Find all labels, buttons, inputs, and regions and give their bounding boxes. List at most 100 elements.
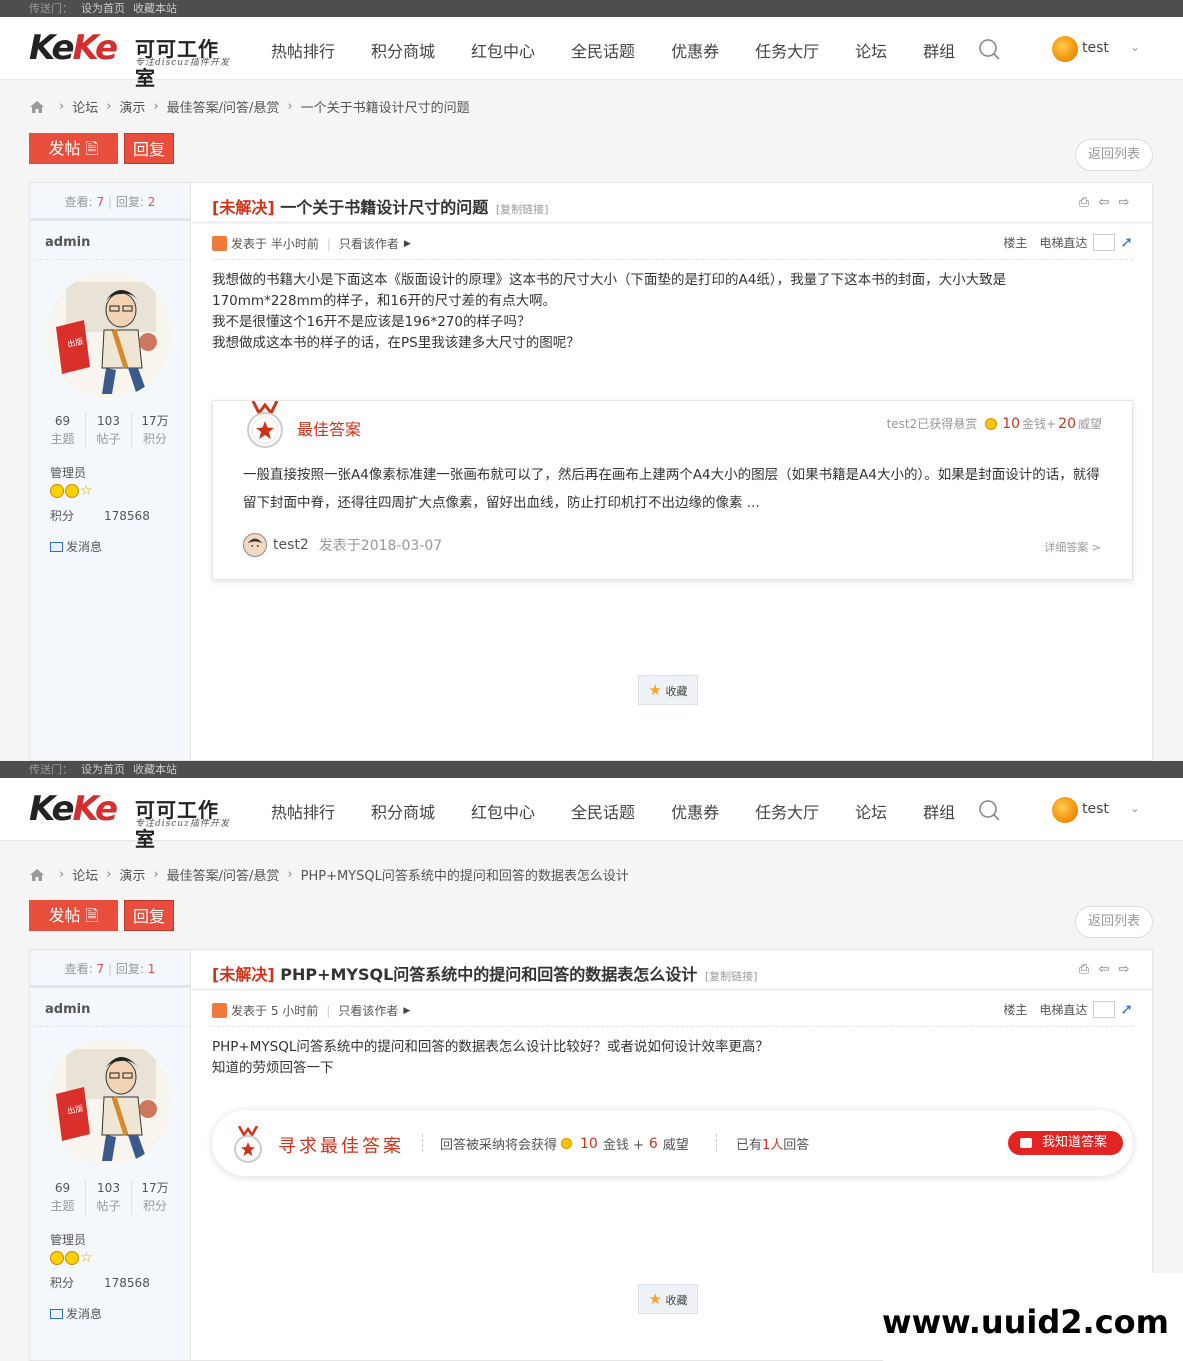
set-home-link[interactable]: 设为首页 (81, 2, 125, 15)
bookmark-link[interactable]: 收藏本站 (133, 763, 177, 776)
jump-input[interactable] (1093, 233, 1116, 251)
nav-item[interactable]: 任务大厅 (755, 38, 819, 62)
breadcrumb-item[interactable]: 演示 (119, 865, 145, 884)
chevron-down-icon[interactable]: ⌄ (1130, 801, 1140, 815)
floor-tools: 楼主 电梯直达 ➚ (1003, 1000, 1133, 1018)
mail-icon (50, 1308, 63, 1319)
prev-thread-icon[interactable]: ⇦ (1096, 196, 1112, 210)
set-home-link[interactable]: 设为首页 (81, 763, 125, 776)
nav-item[interactable]: 群组 (923, 799, 955, 823)
nav-item[interactable]: 优惠券 (671, 38, 719, 62)
site-logo[interactable]: KeKe 可可工作室 专注discuz插件开发 (29, 31, 239, 90)
breadcrumb-item[interactable]: 论坛 (72, 97, 98, 116)
bookmark-link[interactable]: 收藏本站 (133, 2, 177, 15)
thread-screenshot-2: 传送门： 设为首页 收藏本站 KeKe 可可工作室 专注discuz插件开发 热帖排… (0, 761, 1183, 1361)
user-name[interactable]: test (1082, 801, 1109, 817)
breadcrumb-item[interactable]: 最佳答案/问答/悬赏 (167, 865, 280, 884)
prev-thread-icon[interactable]: ⇦ (1096, 963, 1112, 977)
reward-text: test2已获得悬赏 (886, 417, 978, 431)
nav-item[interactable]: 论坛 (855, 38, 887, 62)
send-message-label: 发消息 (66, 1307, 103, 1321)
jump-input[interactable] (1093, 1000, 1116, 1018)
medal-icon (234, 1126, 262, 1163)
nav-item[interactable]: 热帖排行 (271, 799, 335, 823)
stat-posts[interactable]: 103 帖子 (86, 1179, 132, 1215)
author-avatar[interactable]: 出版 (46, 1039, 172, 1165)
views-label: 查看: (64, 195, 93, 209)
author-name[interactable]: admin (45, 1002, 90, 1017)
stat-threads[interactable]: 69 主题 (40, 1179, 86, 1215)
site-logo[interactable]: KeKe 可可工作室 专注discuz插件开发 (29, 792, 239, 851)
detail-answer-link[interactable]: 详细答案 > (1044, 539, 1101, 555)
new-post-button[interactable]: 发帖 🗎 (29, 133, 118, 164)
reply-label: 回复 (132, 140, 165, 159)
title-text: PHP+MYSQL问答系统中的提问和回答的数据表怎么设计 (280, 965, 698, 984)
favorite-button[interactable]: ★ 收藏 (638, 675, 698, 705)
new-post-label: 发帖 (48, 139, 81, 158)
next-thread-icon[interactable]: ⇨ (1116, 963, 1132, 977)
top-bar: 传送门： 设为首页 收藏本站 (0, 761, 1183, 778)
home-icon[interactable] (29, 868, 45, 882)
document-icon: 🗎 (85, 906, 99, 925)
user-avatar[interactable] (1052, 797, 1078, 823)
i-know-answer-button[interactable]: 我知道答案 (1008, 1131, 1123, 1155)
nav-item[interactable]: 全民话题 (571, 799, 635, 823)
copy-link[interactable]: [复制链接] (496, 203, 549, 216)
breadcrumb-item[interactable]: 论坛 (72, 865, 98, 884)
stat-credits[interactable]: 17万 积分 (132, 412, 178, 448)
stat-num: 69 (54, 414, 71, 428)
breadcrumb-item[interactable]: PHP+MYSQL问答系统中的提问和回答的数据表怎么设计 (301, 865, 629, 884)
nav-item[interactable]: 优惠券 (671, 799, 719, 823)
send-message-link[interactable]: 发消息 (50, 1305, 102, 1322)
reply-button[interactable]: 回复 (124, 133, 174, 164)
user-name[interactable]: test (1082, 40, 1109, 56)
favorite-button[interactable]: ★ 收藏 (638, 1284, 698, 1314)
nav-item[interactable]: 群组 (923, 38, 955, 62)
new-post-button[interactable]: 发帖 🗎 (29, 900, 118, 931)
credit-value: 178568 (104, 1276, 150, 1290)
seek-title: 寻求最佳答案 (278, 1136, 404, 1157)
user-avatar[interactable] (1052, 36, 1078, 62)
next-thread-icon[interactable]: ⇨ (1116, 196, 1132, 210)
gold-amount: 10 (1002, 415, 1021, 432)
prestige-amount: 6 (648, 1135, 658, 1152)
breadcrumb-item[interactable]: 最佳答案/问答/悬赏 (167, 97, 280, 116)
stat-credits[interactable]: 17万 积分 (132, 1179, 178, 1215)
nav-item[interactable]: 红包中心 (471, 38, 535, 62)
only-author-link[interactable]: 只看该作者 (339, 235, 399, 252)
home-icon[interactable] (29, 100, 45, 114)
print-icon[interactable]: ⎙ (1076, 963, 1092, 977)
jump-go-icon[interactable]: ➚ (1120, 1000, 1133, 1018)
chevron-down-icon[interactable]: ⌄ (1130, 40, 1140, 54)
breadcrumb-item[interactable]: 一个关于书籍设计尺寸的问题 (301, 97, 470, 116)
author-name[interactable]: admin (45, 235, 90, 250)
search-icon[interactable] (978, 799, 1000, 821)
send-message-link[interactable]: 发消息 (50, 538, 102, 555)
nav-item[interactable]: 论坛 (855, 799, 887, 823)
nav-item[interactable]: 热帖排行 (271, 38, 335, 62)
nav-item[interactable]: 任务大厅 (755, 799, 819, 823)
stat-threads[interactable]: 69 主题 (40, 412, 86, 448)
print-icon[interactable]: ⎙ (1076, 196, 1092, 210)
search-icon[interactable] (978, 38, 1000, 60)
author-avatar[interactable]: 出版 (46, 272, 172, 398)
reply-button[interactable]: 回复 (124, 900, 174, 931)
breadcrumb-item[interactable]: 演示 (119, 97, 145, 116)
jump-go-icon[interactable]: ➚ (1120, 233, 1133, 251)
send-message-label: 发消息 (66, 540, 103, 554)
back-to-list-button[interactable]: 返回列表 (1075, 906, 1153, 938)
back-to-list-button[interactable]: 返回列表 (1075, 139, 1153, 171)
author-sidebar: 查看: 7 | 回复: 2 admin 出版 69 主题 103 帖子 17万 … (30, 183, 191, 760)
stat-num: 69 (54, 1181, 71, 1195)
only-author-link[interactable]: 只看该作者 (338, 1002, 398, 1019)
nav-item[interactable]: 积分商城 (371, 799, 435, 823)
coin-icon (561, 1138, 573, 1149)
status-badge: [未解决] (212, 198, 275, 217)
nav-item[interactable]: 积分商城 (371, 38, 435, 62)
nav-item[interactable]: 红包中心 (471, 799, 535, 823)
answer-avatar[interactable] (243, 533, 267, 557)
answer-username[interactable]: test2 (273, 537, 309, 553)
stat-posts[interactable]: 103 帖子 (86, 412, 132, 448)
nav-item[interactable]: 全民话题 (571, 38, 635, 62)
copy-link[interactable]: [复制链接] (705, 970, 758, 983)
